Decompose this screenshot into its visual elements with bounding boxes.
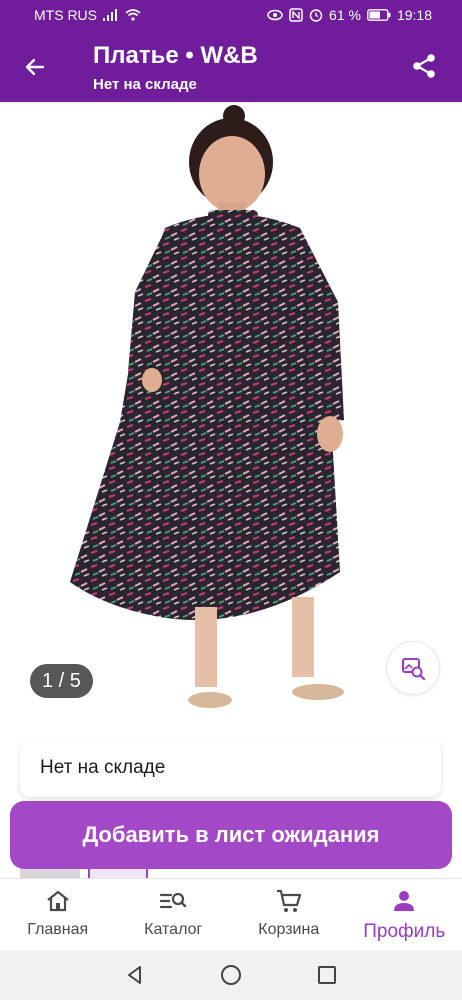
nav-item-profile[interactable]: Профиль xyxy=(347,879,462,950)
nav-item-catalog[interactable]: Каталог xyxy=(116,879,232,950)
find-similar-button[interactable] xyxy=(386,641,440,695)
clock-label: 19:18 xyxy=(396,7,432,23)
status-bar: MTS RUS 61 % 19:18 xyxy=(0,0,462,30)
page-subtitle: Нет на складе xyxy=(93,76,197,93)
system-back-button[interactable] xyxy=(121,961,149,989)
stock-status-label: Нет на складе xyxy=(40,757,166,778)
nav-item-cart[interactable]: Корзина xyxy=(231,879,347,950)
nav-label-catalog: Каталог xyxy=(144,921,203,938)
nav-label-cart: Корзина xyxy=(258,921,320,938)
alarm-icon xyxy=(309,8,323,22)
system-recents-button[interactable] xyxy=(313,961,341,989)
back-arrow-icon xyxy=(25,58,45,76)
battery-icon xyxy=(367,9,391,21)
add-to-waitlist-button[interactable]: Добавить в лист ожидания xyxy=(10,801,452,869)
home-icon xyxy=(45,887,71,915)
nfc-icon xyxy=(289,8,303,22)
profile-icon xyxy=(391,887,417,915)
catalog-search-icon xyxy=(159,887,187,915)
nav-item-home[interactable]: Главная xyxy=(0,879,116,950)
cart-icon xyxy=(275,887,303,915)
image-search-icon xyxy=(402,658,426,681)
nav-label-home: Главная xyxy=(27,921,89,938)
battery-percent: 61 % xyxy=(329,7,361,23)
system-navigation-bar xyxy=(0,950,462,1000)
image-counter: 1 / 5 xyxy=(30,664,93,698)
back-button[interactable] xyxy=(18,50,52,84)
circle-home-icon xyxy=(221,965,241,985)
stock-status-card: Нет на складе xyxy=(20,739,441,797)
signal-icon xyxy=(103,9,119,21)
app-bar: Платье • W&B Нет на складе xyxy=(0,30,462,102)
carrier-label: MTS RUS xyxy=(34,7,97,23)
bottom-navigation: Главная Каталог Корзина Профиль xyxy=(0,878,462,950)
nav-label-profile: Профиль xyxy=(363,921,446,942)
page-title: Платье • W&B xyxy=(93,42,258,69)
triangle-back-icon xyxy=(128,966,141,984)
system-home-button[interactable] xyxy=(217,961,245,989)
square-recents-icon xyxy=(318,966,336,984)
eye-icon xyxy=(267,9,283,21)
share-icon xyxy=(413,54,435,78)
product-photo[interactable] xyxy=(0,102,462,722)
wifi-icon xyxy=(125,9,141,21)
share-button[interactable] xyxy=(408,50,440,82)
